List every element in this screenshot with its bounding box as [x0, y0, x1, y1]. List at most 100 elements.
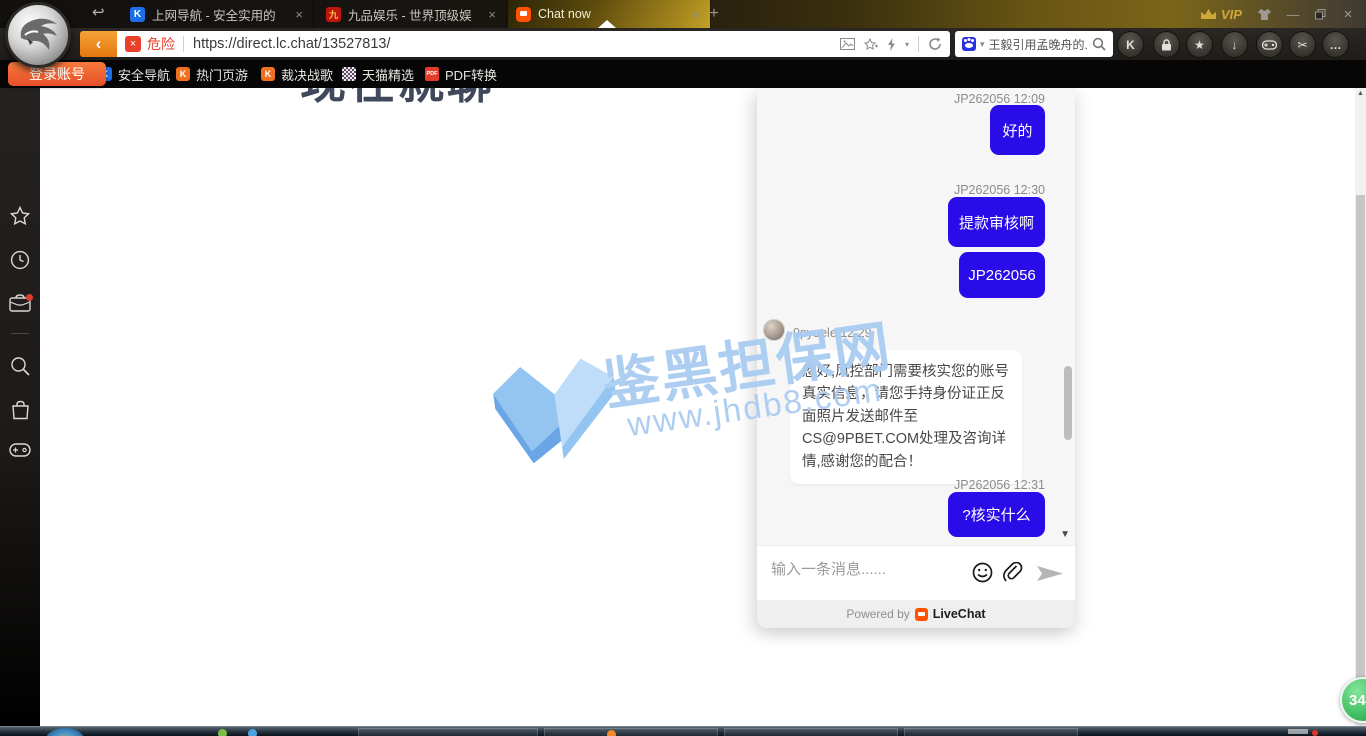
- taskbar-app-icon[interactable]: [218, 729, 227, 736]
- cheetah-icon: [11, 8, 65, 62]
- message-meta: JP262056 12:31: [954, 478, 1045, 492]
- games-button[interactable]: [1256, 31, 1283, 58]
- search-icon[interactable]: [1092, 37, 1106, 51]
- back-button[interactable]: ‹: [80, 31, 117, 57]
- chat-notification-badge[interactable]: 34: [1340, 677, 1366, 723]
- emoji-icon[interactable]: [972, 562, 993, 583]
- k-favicon: K: [130, 7, 145, 22]
- download-button[interactable]: ↓: [1221, 31, 1248, 58]
- k-icon: K: [1126, 38, 1135, 52]
- tab-history-back-icon[interactable]: ↩: [92, 3, 105, 21]
- baidu-icon[interactable]: [962, 37, 976, 51]
- agent-meta: 9pyuele 12:29: [793, 326, 872, 340]
- taskbar-app-icon[interactable]: [248, 729, 257, 736]
- taskbar-window-button[interactable]: [904, 728, 1078, 736]
- tab-close-icon[interactable]: ×: [690, 7, 702, 22]
- start-button[interactable]: [46, 728, 84, 736]
- close-window-button[interactable]: ×: [1335, 0, 1361, 28]
- url-bar[interactable]: × 危险 https://direct.lc.chat/13527813/ ▾: [117, 31, 950, 57]
- page-scrollbar-thumb[interactable]: [1356, 195, 1365, 720]
- tab-label: 九品娱乐 - 世界顶级娱: [348, 5, 479, 24]
- tab-nine-entertainment[interactable]: 九 九品娱乐 - 世界顶级娱 ×: [318, 0, 507, 28]
- watermark-check-logo: [473, 342, 639, 474]
- k-home-button[interactable]: K: [1117, 31, 1144, 58]
- inbox-briefcase-icon[interactable]: [0, 294, 40, 312]
- favorites-star-icon[interactable]: [0, 206, 40, 226]
- bookmark-tmall[interactable]: 天猫精选: [342, 60, 414, 88]
- windows-taskbar[interactable]: [0, 726, 1366, 736]
- app-icon: [607, 730, 616, 736]
- lightning-caret-icon[interactable]: ▾: [905, 40, 909, 49]
- tmall-pixel-icon: [342, 67, 356, 81]
- bookmarks-bar: 度 K 安全导航 K 热门页游 K 裁决战歌 天猫精选 PDF PDF转换: [0, 60, 1366, 88]
- icon-separator: [918, 36, 919, 52]
- games-gamepad-icon[interactable]: [0, 442, 40, 458]
- bookmark-pdf-convert[interactable]: PDF PDF转换: [425, 60, 497, 88]
- screen: ↩ K 上网导航 - 安全实用的 × 九 九品娱乐 - 世界顶级娱 × Chat…: [0, 0, 1366, 736]
- sidebar-search-icon[interactable]: [0, 356, 40, 376]
- minimize-button[interactable]: —: [1281, 0, 1305, 28]
- bookmark-star-icon[interactable]: [864, 38, 878, 51]
- restore-button[interactable]: [1308, 0, 1332, 28]
- scrollbar-up-icon[interactable]: ▲: [1355, 90, 1366, 97]
- attachment-icon[interactable]: [1003, 562, 1023, 583]
- lock-button[interactable]: [1153, 31, 1180, 58]
- tab-nav-site[interactable]: K 上网导航 - 安全实用的 ×: [122, 0, 314, 28]
- visitor-message: ?核实什么: [948, 492, 1045, 537]
- tab-close-icon[interactable]: ×: [293, 7, 305, 22]
- shopping-bag-icon[interactable]: [0, 400, 40, 420]
- pdf-icon: PDF: [425, 67, 439, 81]
- page-scrollbar[interactable]: ▲: [1355, 88, 1366, 726]
- gamepad-icon: [1262, 40, 1277, 50]
- bookmark-safe-nav[interactable]: K 安全导航: [98, 60, 170, 88]
- close-icon: ×: [1344, 6, 1353, 23]
- livechat-brand[interactable]: LiveChat: [933, 607, 986, 621]
- shirt-icon: [1257, 8, 1272, 21]
- taskbar-window-button[interactable]: [358, 728, 538, 736]
- tab-close-icon[interactable]: ×: [486, 7, 498, 22]
- message-meta: JP262056 12:09: [954, 92, 1045, 106]
- refresh-icon[interactable]: [928, 37, 942, 51]
- scissors-icon: ✂: [1297, 38, 1307, 52]
- taskbar-window-button[interactable]: [724, 728, 898, 736]
- bookmark-label: 热门页游: [196, 65, 248, 84]
- search-engine-caret-icon[interactable]: ▾: [980, 39, 985, 50]
- login-account-callout[interactable]: 登录账号: [8, 62, 106, 86]
- chat-input-area: [757, 545, 1075, 600]
- livechat-favicon: [516, 7, 531, 22]
- new-tab-button[interactable]: +: [703, 4, 725, 24]
- visitor-message: 好的: [990, 105, 1045, 155]
- favorites-button[interactable]: ★: [1186, 31, 1213, 58]
- tab-chat-now-active[interactable]: Chat now ×: [508, 0, 711, 28]
- url-text[interactable]: https://direct.lc.chat/13527813/: [193, 36, 840, 52]
- bookmark-label: 安全导航: [118, 65, 170, 84]
- message-text: 提款审核啊: [959, 212, 1034, 233]
- history-clock-icon[interactable]: [0, 250, 40, 270]
- more-tools-button[interactable]: …: [1322, 31, 1349, 58]
- browser-logo[interactable]: [5, 2, 71, 68]
- scroll-to-bottom-icon[interactable]: ▼: [1060, 529, 1070, 540]
- send-icon[interactable]: [1037, 565, 1063, 582]
- tab-label: 上网导航 - 安全实用的: [152, 5, 286, 24]
- skin-button[interactable]: [1252, 0, 1276, 28]
- lightning-icon[interactable]: [887, 38, 896, 51]
- bookmark-label: 天猫精选: [362, 65, 414, 84]
- bookmark-verdict-song[interactable]: K 裁决战歌: [261, 60, 333, 88]
- message-input[interactable]: [769, 560, 953, 579]
- vip-button[interactable]: VIP: [1192, 0, 1250, 28]
- screenshot-icon[interactable]: [840, 38, 855, 50]
- k-icon: K: [261, 67, 275, 81]
- k-icon: K: [176, 67, 190, 81]
- chat-scrollbar-thumb[interactable]: [1064, 366, 1072, 440]
- visitor-message: 提款审核啊: [948, 197, 1045, 247]
- bookmark-hot-games[interactable]: K 热门页游: [176, 60, 248, 88]
- tab-bar: ↩ K 上网导航 - 安全实用的 × 九 九品娱乐 - 世界顶级娱 × Chat…: [0, 0, 1366, 28]
- bookmark-label: PDF转换: [445, 65, 497, 84]
- active-tab-pointer: [598, 20, 616, 28]
- search-query[interactable]: 王毅引用孟晚舟的...: [989, 36, 1088, 53]
- search-box[interactable]: ▾ 王毅引用孟晚舟的...: [955, 31, 1113, 57]
- clip-button[interactable]: ✂: [1289, 31, 1316, 58]
- notification-dot: [26, 294, 33, 301]
- taskbar-window-button[interactable]: [544, 728, 718, 736]
- agent-message: 您好,风控部门需要核实您的账号真实信息，请您手持身份证正反面照片发送邮件至CS@…: [790, 350, 1022, 484]
